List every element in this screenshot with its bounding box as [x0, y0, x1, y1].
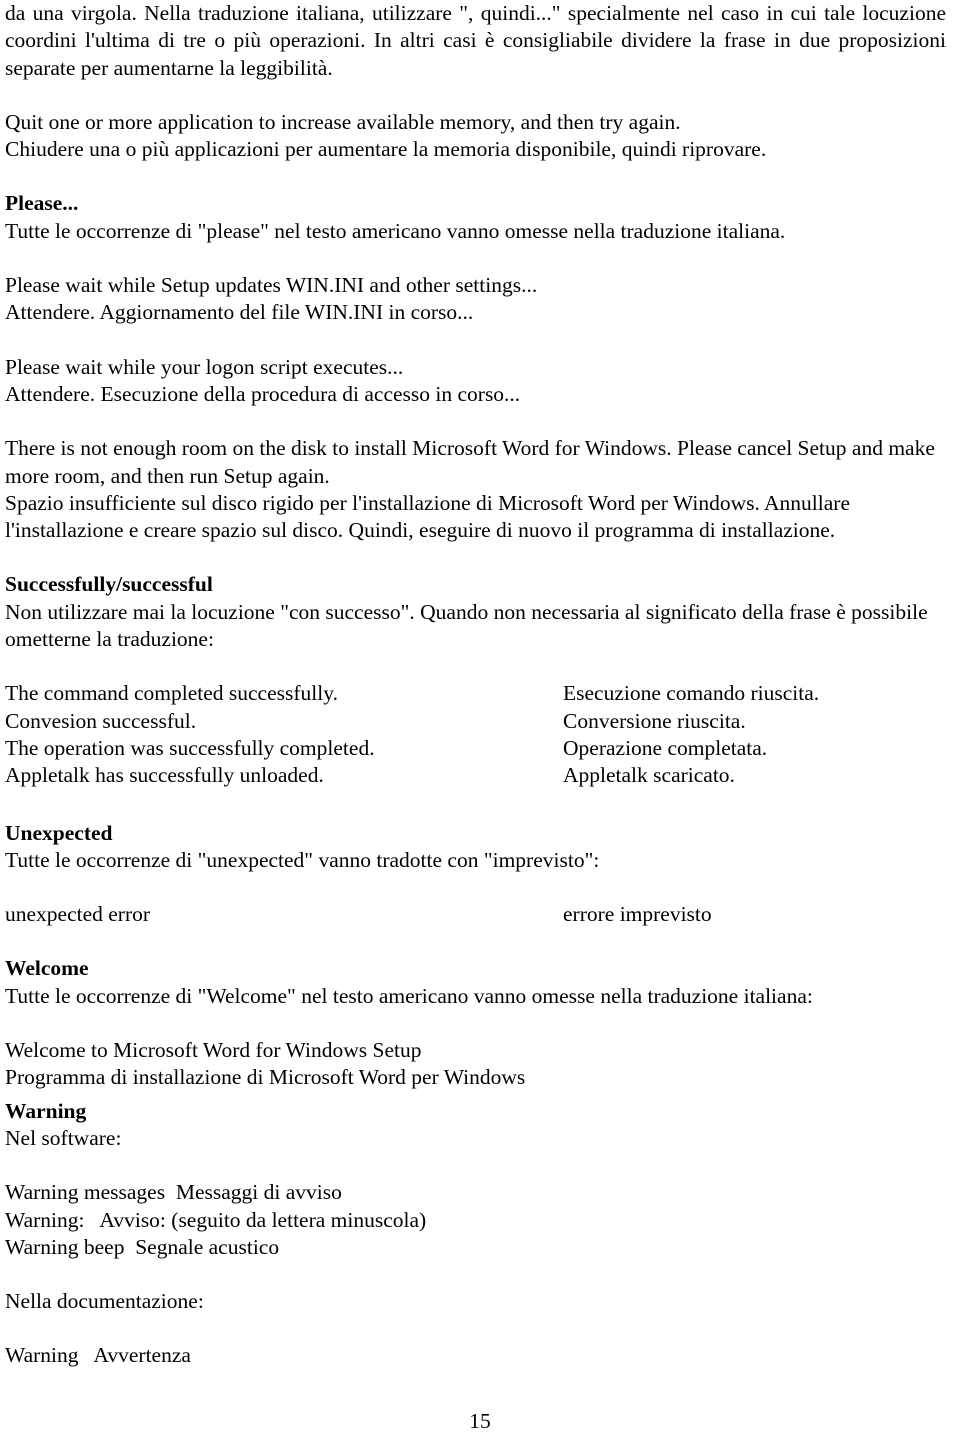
- pair-italian: Operazione completata.: [563, 735, 768, 760]
- please-rule: Tutte le occorrenze di "please" nel test…: [5, 218, 786, 243]
- successfully-heading: Successfully/successful: [5, 572, 213, 597]
- please-example-2-english: Please wait while your logon script exec…: [5, 354, 404, 379]
- unexpected-section: Unexpected Tutte le occorrenze di "unexp…: [5, 820, 946, 875]
- intro-paragraph-block: da una virgola. Nella traduzione italian…: [5, 0, 946, 82]
- warning-software-line: Warning beep Segnale acustico: [5, 1234, 280, 1259]
- successfully-pairs-table: The command completed successfully. Esec…: [5, 680, 946, 789]
- please-long-example-english: There is not enough room on the disk to …: [5, 436, 935, 488]
- please-example-1: Please wait while Setup updates WIN.INI …: [5, 272, 946, 327]
- warning-heading: Warning: [5, 1098, 87, 1123]
- warning-software-label: Nel software:: [5, 1125, 122, 1150]
- document-page: da una virgola. Nella traduzione italian…: [0, 0, 960, 1451]
- please-heading: Please...: [5, 191, 79, 216]
- please-example-1-english: Please wait while Setup updates WIN.INI …: [5, 273, 538, 298]
- welcome-rule: Tutte le occorrenze di "Welcome" nel tes…: [5, 983, 813, 1008]
- unexpected-heading: Unexpected: [5, 820, 113, 845]
- successfully-rule: Non utilizzare mai la locuzione "con suc…: [5, 599, 928, 652]
- table-row: The command completed successfully. Esec…: [5, 680, 946, 707]
- welcome-heading: Welcome: [5, 956, 89, 981]
- please-example-1-italian: Attendere. Aggiornamento del file WIN.IN…: [5, 300, 474, 325]
- pair-english: unexpected error: [5, 902, 151, 927]
- pair-italian: errore imprevisto: [563, 902, 712, 927]
- welcome-example-italian: Programma di installazione di Microsoft …: [5, 1065, 526, 1090]
- warning-documentation-line: Warning Avvertenza: [5, 1343, 191, 1368]
- pair-english: The command completed successfully.: [5, 681, 338, 706]
- pair-english: Appletalk has successfully unloaded.: [5, 763, 324, 788]
- welcome-example: Welcome to Microsoft Word for Windows Se…: [5, 1037, 946, 1092]
- warning-software-lines: Warning messages Messaggi di avviso Warn…: [5, 1179, 946, 1261]
- unexpected-pairs-table: unexpected error errore imprevisto: [5, 901, 946, 928]
- warning-documentation-block: Nella documentazione:: [5, 1288, 946, 1315]
- welcome-example-english: Welcome to Microsoft Word for Windows Se…: [5, 1038, 422, 1063]
- please-long-example-italian: Spazio insufficiente sul disco rigido pe…: [5, 490, 850, 543]
- warning-documentation-lines: Warning Avvertenza: [5, 1342, 946, 1369]
- page-number: 15: [469, 1409, 491, 1433]
- quit-example-italian: Chiudere una o più applicazioni per aume…: [5, 137, 767, 162]
- please-section: Please... Tutte le occorrenze di "please…: [5, 190, 946, 245]
- successfully-section: Successfully/successful Non utilizzare m…: [5, 571, 946, 653]
- please-example-2: Please wait while your logon script exec…: [5, 354, 946, 409]
- unexpected-rule: Tutte le occorrenze di "unexpected" vann…: [5, 847, 600, 872]
- pair-english: The operation was successfully completed…: [5, 735, 375, 760]
- quit-example-english: Quit one or more application to increase…: [5, 109, 681, 134]
- quit-example-block: Quit one or more application to increase…: [5, 109, 946, 164]
- warning-software-line: Warning: Avviso: (seguito da lettera min…: [5, 1207, 427, 1232]
- pair-english: Convesion successful.: [5, 708, 197, 733]
- table-row: The operation was successfully completed…: [5, 735, 946, 762]
- pair-italian: Esecuzione comando riuscita.: [563, 681, 820, 706]
- intro-paragraph: da una virgola. Nella traduzione italian…: [5, 1, 946, 80]
- please-example-2-italian: Attendere. Esecuzione della procedura di…: [5, 381, 521, 406]
- warning-section: Warning Nel software:: [5, 1098, 946, 1153]
- welcome-section: Welcome Tutte le occorrenze di "Welcome"…: [5, 955, 946, 1010]
- warning-software-line: Warning messages Messaggi di avviso: [5, 1180, 342, 1205]
- table-row: Convesion successful. Conversione riusci…: [5, 708, 946, 735]
- please-long-example: There is not enough room on the disk to …: [5, 435, 946, 544]
- table-row: Appletalk has successfully unloaded. App…: [5, 762, 946, 789]
- pair-italian: Conversione riuscita.: [563, 708, 746, 733]
- table-row: unexpected error errore imprevisto: [5, 901, 946, 928]
- warning-documentation-label: Nella documentazione:: [5, 1289, 204, 1314]
- pair-italian: Appletalk scaricato.: [563, 763, 735, 788]
